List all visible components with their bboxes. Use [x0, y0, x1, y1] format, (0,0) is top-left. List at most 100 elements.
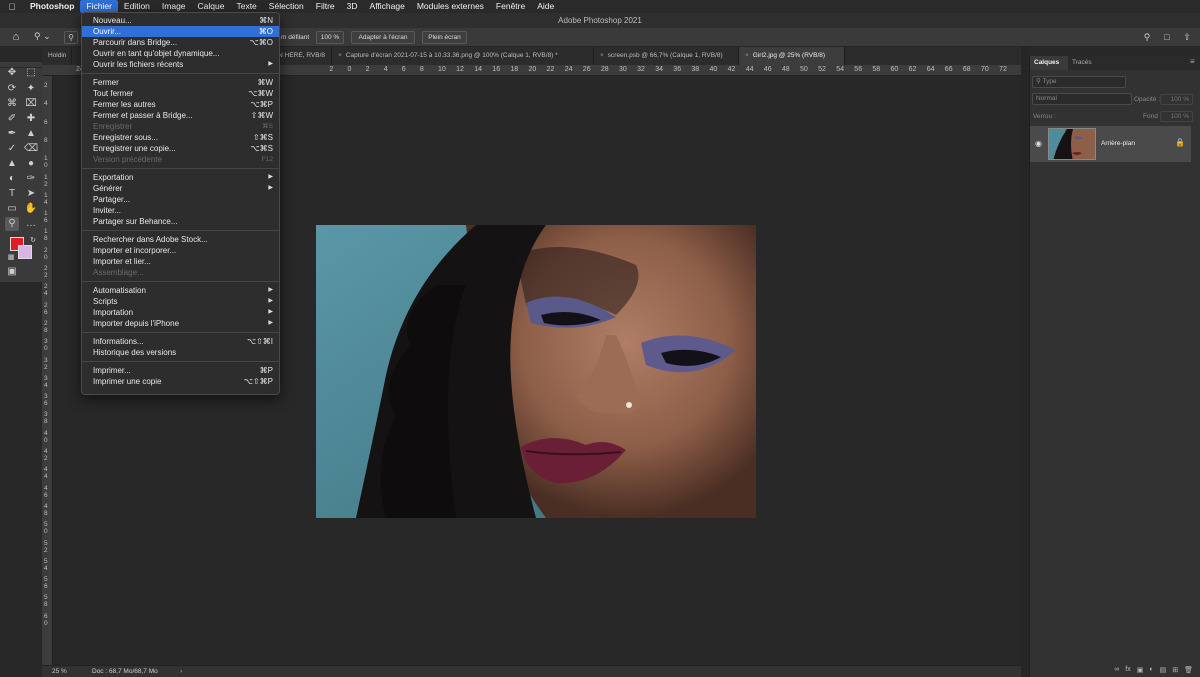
- history-brush-tool-icon[interactable]: ✓: [5, 142, 19, 156]
- eyedropper-tool-icon[interactable]: ✐: [5, 112, 19, 126]
- menu-item[interactable]: Imprimer... ⌘P: [82, 365, 279, 376]
- rectangle-tool-icon[interactable]: ▭: [5, 202, 19, 216]
- menu-item[interactable]: Importer et lier...: [82, 256, 279, 267]
- close-tab-icon[interactable]: ×: [338, 52, 342, 59]
- marquee-tool-icon[interactable]: ⬚: [24, 66, 38, 80]
- full-screen-button[interactable]: Plein écran: [422, 31, 467, 44]
- visibility-eye-icon[interactable]: ◉: [1035, 139, 1042, 148]
- add-mask-icon[interactable]: ▣: [1137, 666, 1144, 674]
- crop-tool-icon[interactable]: ⌘: [5, 97, 19, 111]
- stamp-tool-icon[interactable]: ▲: [24, 127, 38, 141]
- menu-item[interactable]: Fermer et passer à Bridge... ⇧⌘W: [82, 110, 279, 121]
- more-tools-icon[interactable]: …: [24, 217, 38, 231]
- zoom-tool-preset-icon[interactable]: ⚲ ⌄: [34, 31, 51, 42]
- default-colors-icon[interactable]: ▩: [4, 251, 18, 265]
- delete-layer-icon[interactable]: 🗑: [1184, 666, 1193, 674]
- healing-brush-tool-icon[interactable]: ✚: [24, 112, 38, 126]
- menu-item[interactable]: Informations... ⌥⇧⌘I: [82, 336, 279, 347]
- workspace-icon[interactable]: □: [1160, 31, 1174, 44]
- menu-item[interactable]: Partager...: [82, 194, 279, 205]
- menu-item[interactable]: Ouvrir en tant qu'objet dynamique...: [82, 48, 279, 59]
- opacity-field[interactable]: 100 %: [1160, 94, 1193, 105]
- tab-calques[interactable]: Calques: [1030, 56, 1068, 70]
- link-layers-icon[interactable]: ∞: [1114, 666, 1119, 673]
- menu-item[interactable]: Enregistrer sous... ⇧⌘S: [82, 132, 279, 143]
- pen-tool-icon[interactable]: ✑: [24, 172, 38, 186]
- menu-photoshop[interactable]: Photoshop: [24, 0, 80, 13]
- menu-item[interactable]: Inviter...: [82, 205, 279, 216]
- menu-item[interactable]: Automatisation ▶: [82, 285, 279, 296]
- menu-item[interactable]: Partager sur Behance...: [82, 216, 279, 227]
- fx-icon[interactable]: fx: [1125, 666, 1130, 673]
- fill-field[interactable]: 100 %: [1160, 111, 1193, 122]
- menu-item[interactable]: Nouveau... ⌘N: [82, 15, 279, 26]
- menu-item[interactable]: Importation ▶: [82, 307, 279, 318]
- apple-icon[interactable]: : [0, 2, 24, 12]
- path-selection-tool-icon[interactable]: ➤: [24, 187, 38, 201]
- layer-thumbnail[interactable]: [1048, 128, 1096, 160]
- swap-colors-icon[interactable]: ↻: [26, 234, 40, 248]
- menu-item[interactable]: Ouvrir... ⌘O: [82, 26, 279, 37]
- status-menu-chevron-icon[interactable]: ›: [180, 666, 182, 677]
- menu-affichage[interactable]: Affichage: [364, 0, 411, 13]
- menu-item[interactable]: Ouvrir les fichiers récents ▶: [82, 59, 279, 70]
- zoom-level[interactable]: 25 %: [52, 666, 67, 677]
- close-tab-icon[interactable]: ×: [600, 52, 604, 59]
- frame-tool-icon[interactable]: ⌧: [24, 97, 38, 111]
- menu-item[interactable]: Importer depuis l'iPhone ▶: [82, 318, 279, 329]
- menu-3d[interactable]: 3D: [341, 0, 364, 13]
- magic-wand-tool-icon[interactable]: ✦: [24, 82, 38, 96]
- layer-filter-search[interactable]: ⚲ Type: [1032, 76, 1126, 88]
- quick-mask-icon[interactable]: ▣: [5, 265, 19, 279]
- menu-item[interactable]: Parcourir dans Bridge... ⌥⌘O: [82, 37, 279, 48]
- tab-capture-ecran[interactable]: × Capture d'écran 2021-07-15 à 10.33.36.p…: [332, 47, 594, 65]
- adjustment-layer-icon[interactable]: ◐: [1149, 666, 1153, 673]
- blend-mode-select[interactable]: Normal: [1032, 93, 1132, 105]
- tab-girl2-jpg[interactable]: × Girl2.jpg @ 25% (RVB/8): [739, 47, 845, 65]
- vertical-ruler[interactable]: 2 4 6 8 1 0 1 2 1 4 1 6 1 8 2 0 2 2 2 4 2 6 2 8 3 0 3 2…: [42, 76, 53, 665]
- menu-item[interactable]: Scripts ▶: [82, 296, 279, 307]
- menu-aide[interactable]: Aide: [531, 0, 560, 13]
- blur-tool-icon[interactable]: ●: [24, 157, 38, 171]
- zoom-tool-icon[interactable]: ⚲: [5, 217, 19, 231]
- menu-item[interactable]: Fermer les autres ⌥⌘P: [82, 99, 279, 110]
- tab-holdin[interactable]: Holdin: [42, 47, 72, 65]
- layer-lock-icon[interactable]: 🔒: [1175, 138, 1185, 147]
- share-icon[interactable]: ⇧: [1180, 31, 1194, 44]
- menu-item[interactable]: Générer ▶: [82, 183, 279, 194]
- new-layer-icon[interactable]: ⊞: [1172, 666, 1178, 674]
- menu-item[interactable]: Fermer ⌘W: [82, 77, 279, 88]
- search-icon[interactable]: ⚲: [1140, 31, 1154, 44]
- eraser-tool-icon[interactable]: ⌫: [24, 142, 38, 156]
- fit-screen-button[interactable]: Adapter à l'écran: [351, 31, 415, 44]
- brush-tool-icon[interactable]: ✒: [5, 127, 19, 141]
- menu-item[interactable]: Exportation ▶: [82, 172, 279, 183]
- menu-item[interactable]: Tout fermer ⌥⌘W: [82, 88, 279, 99]
- dodge-tool-icon[interactable]: ◐: [5, 172, 19, 186]
- menu-item[interactable]: Historique des versions: [82, 347, 279, 358]
- close-tab-icon[interactable]: ×: [745, 52, 749, 59]
- layer-row[interactable]: ◉ Arrière-plan 🔒: [1030, 126, 1191, 162]
- zoom-100-button[interactable]: 100 %: [316, 31, 344, 44]
- menu-item[interactable]: Enregistrer une copie... ⌥⌘S: [82, 143, 279, 154]
- hand-tool-icon[interactable]: ✋: [24, 202, 38, 216]
- menu-item[interactable]: Rechercher dans Adobe Stock...: [82, 234, 279, 245]
- lasso-tool-icon[interactable]: ⟳: [5, 82, 19, 96]
- new-group-icon[interactable]: ▤: [1160, 666, 1167, 674]
- tab-screen-psb[interactable]: × screen.psb @ 66,7% (Calque 1, RVB/8): [594, 47, 739, 65]
- menu-fenetre[interactable]: Fenêtre: [490, 0, 531, 13]
- panel-menu-icon[interactable]: ≡: [1190, 57, 1195, 66]
- move-tool-icon[interactable]: ✥: [5, 66, 19, 80]
- tab-traces[interactable]: Tracés: [1068, 56, 1098, 70]
- home-icon[interactable]: ⌂: [8, 30, 24, 45]
- type-tool-icon[interactable]: T: [5, 187, 19, 201]
- gradient-tool-icon[interactable]: ▲: [5, 157, 19, 171]
- menu-filtre[interactable]: Filtre: [310, 0, 341, 13]
- document-image[interactable]: [316, 225, 756, 518]
- menu-item[interactable]: Imprimer une copie ⌥⇧⌘P: [82, 376, 279, 387]
- menu-item[interactable]: Importer et incorporer...: [82, 245, 279, 256]
- zoom-in-icon[interactable]: ⚲: [64, 31, 78, 44]
- menu-modules-externes[interactable]: Modules externes: [411, 0, 490, 13]
- scroll-all-windows-label[interactable]: m défilant: [281, 31, 309, 44]
- layer-name[interactable]: Arrière-plan: [1101, 140, 1135, 147]
